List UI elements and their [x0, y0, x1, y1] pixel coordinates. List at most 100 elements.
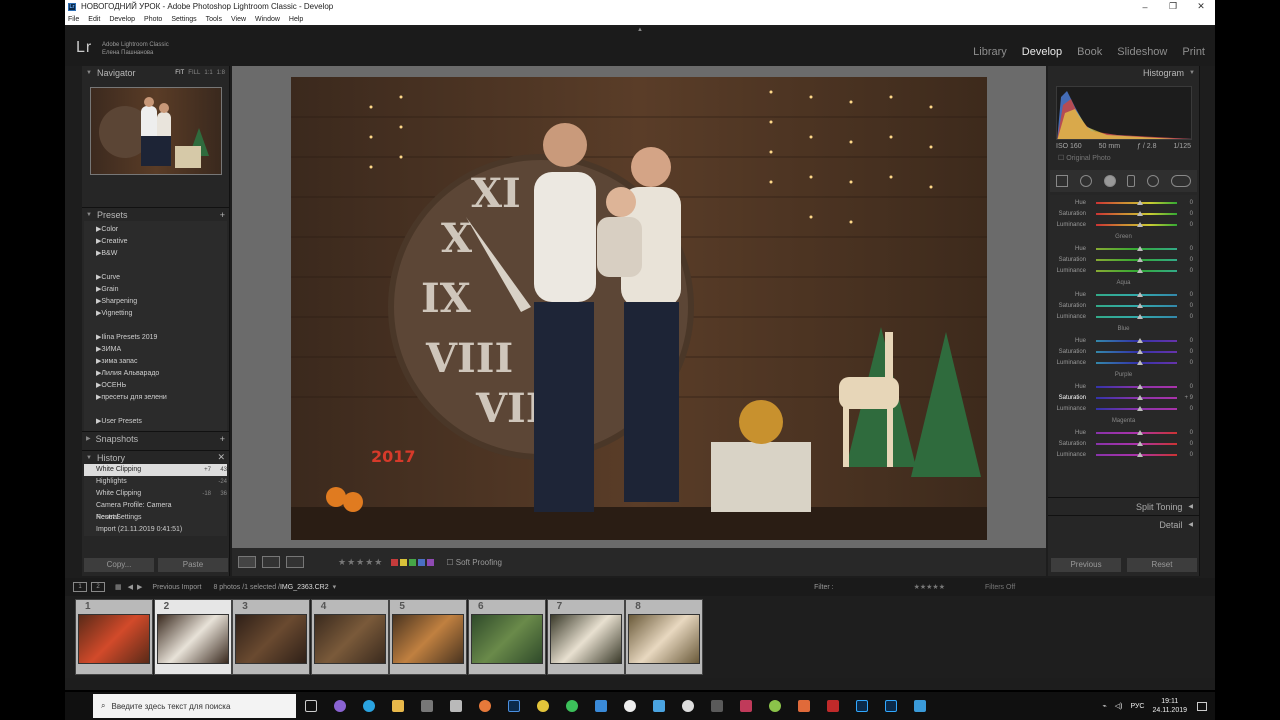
loupe-view[interactable]: XI X IX VIII VII 2017	[232, 66, 1046, 548]
slider-track[interactable]	[1096, 440, 1177, 446]
slider-value[interactable]: 0	[1183, 441, 1197, 447]
module-slideshow[interactable]: Slideshow	[1117, 46, 1167, 58]
slider-thumb[interactable]	[1136, 313, 1143, 319]
filter-value[interactable]: Filters Off	[985, 584, 1015, 591]
slider-track[interactable]	[1096, 302, 1177, 308]
app-icon-10[interactable]	[818, 692, 847, 720]
slider-value[interactable]: 0	[1183, 292, 1197, 298]
preset-folder-zelen[interactable]: ▶пресеты для зелени	[84, 392, 227, 404]
blue-label-icon[interactable]	[418, 558, 426, 566]
yy-compare-icon[interactable]	[286, 556, 304, 568]
task-view-icon[interactable]	[296, 692, 325, 720]
slider-value[interactable]: 0	[1183, 384, 1197, 390]
lightroom-taskbar-icon[interactable]	[499, 692, 528, 720]
app-icon-5[interactable]	[673, 692, 702, 720]
notes-icon[interactable]	[441, 692, 470, 720]
previous-button[interactable]: Previous	[1051, 558, 1121, 572]
photoshop-icon[interactable]	[847, 692, 876, 720]
notifications-icon[interactable]	[1197, 701, 1207, 711]
slider-thumb[interactable]	[1136, 210, 1143, 216]
network-icon[interactable]: ⌁	[1103, 702, 1107, 710]
slider-value[interactable]: 0	[1183, 268, 1197, 274]
menu-help[interactable]: Help	[289, 16, 303, 23]
slider-thumb[interactable]	[1136, 440, 1143, 446]
graduated-filter-icon[interactable]	[1127, 175, 1136, 187]
close-icon[interactable]: ✕	[1187, 1, 1215, 12]
menu-develop[interactable]: Develop	[109, 16, 135, 23]
slider-track[interactable]	[1096, 383, 1177, 389]
history-item[interactable]: Camera Profile: Camera Neutral	[84, 500, 227, 521]
soft-proofing-checkbox[interactable]: ☐ Soft Proofing	[446, 558, 502, 567]
navigator-header[interactable]: ▼ Navigator FIT FILL 1:1 1:8	[82, 66, 229, 80]
yellow-label-icon[interactable]	[400, 558, 408, 566]
slider-value[interactable]: 0	[1183, 360, 1197, 366]
preset-folder-zima[interactable]: ▶ЗИМА	[84, 344, 227, 356]
photos-icon[interactable]	[586, 692, 615, 720]
rating-stars[interactable]: ★★★★★	[338, 557, 383, 568]
app-icon-7[interactable]	[731, 692, 760, 720]
preset-folder-vignetting[interactable]: ▶Vignetting	[84, 308, 227, 320]
app-icon-11[interactable]	[905, 692, 934, 720]
filter-stars[interactable]: ★★★★★	[914, 583, 945, 591]
filmstrip-thumbnail[interactable]: 1	[75, 599, 153, 675]
photoshop-icon-2[interactable]	[876, 692, 905, 720]
menu-view[interactable]: View	[231, 16, 246, 23]
presets-header[interactable]: ▼ Presets +	[82, 207, 229, 221]
histogram-header[interactable]: Histogram ▼	[1048, 66, 1199, 80]
slider-track[interactable]	[1096, 359, 1177, 365]
slider-thumb[interactable]	[1136, 221, 1143, 227]
menu-photo[interactable]: Photo	[144, 16, 162, 23]
slider-track[interactable]	[1096, 451, 1177, 457]
app-icon-9[interactable]	[789, 692, 818, 720]
preset-folder-color[interactable]: ▶Color	[84, 224, 227, 236]
slider-thumb[interactable]	[1136, 337, 1143, 343]
slider-thumb[interactable]	[1136, 451, 1143, 457]
main-screen-button[interactable]: 1	[73, 582, 87, 592]
slider-thumb[interactable]	[1136, 359, 1143, 365]
preset-folder-grain[interactable]: ▶Grain	[84, 284, 227, 296]
slider-track[interactable]	[1096, 313, 1177, 319]
collapse-top-panel-icon[interactable]: ▲	[637, 27, 643, 33]
filmstrip-thumbnail[interactable]: 6	[468, 599, 546, 675]
preset-folder-alvarado[interactable]: ▶Лилия Альварадо	[84, 368, 227, 380]
slider-value[interactable]: 0	[1183, 452, 1197, 458]
menu-window[interactable]: Window	[255, 16, 280, 23]
original-photo-checkbox[interactable]: ☐ Original Photo	[1058, 154, 1199, 162]
slider-thumb[interactable]	[1136, 394, 1143, 400]
slider-track[interactable]	[1096, 394, 1177, 400]
add-preset-icon[interactable]: +	[220, 210, 225, 220]
second-screen-button[interactable]: 2	[91, 582, 105, 592]
slider-thumb[interactable]	[1136, 256, 1143, 262]
app-icon-3[interactable]	[528, 692, 557, 720]
slider-track[interactable]	[1096, 405, 1177, 411]
preset-folder-user[interactable]: ▶User Presets	[84, 416, 227, 428]
slider-value[interactable]: 0	[1183, 257, 1197, 263]
forward-arrow-icon[interactable]: ▶	[137, 583, 142, 591]
zoom-fill[interactable]: FILL	[188, 70, 200, 76]
app-icon-6[interactable]	[702, 692, 731, 720]
slider-track[interactable]	[1096, 245, 1177, 251]
slider-track[interactable]	[1096, 199, 1177, 205]
slider-value[interactable]: 0	[1183, 200, 1197, 206]
red-label-icon[interactable]	[391, 558, 399, 566]
slider-thumb[interactable]	[1136, 199, 1143, 205]
slider-track[interactable]	[1096, 337, 1177, 343]
slider-track[interactable]	[1096, 267, 1177, 273]
slider-track[interactable]	[1096, 429, 1177, 435]
adjustment-brush-icon[interactable]	[1171, 175, 1192, 187]
copy-button[interactable]: Copy...	[84, 558, 154, 572]
green-label-icon[interactable]	[409, 558, 417, 566]
file-explorer-icon[interactable]	[383, 692, 412, 720]
slider-thumb[interactable]	[1136, 302, 1143, 308]
slider-thumb[interactable]	[1136, 267, 1143, 273]
spot-removal-icon[interactable]	[1079, 175, 1092, 187]
purple-label-icon[interactable]	[427, 558, 435, 566]
taskbar-search[interactable]: ⌕ Введите здесь текст для поиска	[93, 694, 296, 718]
red-eye-icon[interactable]	[1103, 175, 1116, 187]
slider-thumb[interactable]	[1136, 348, 1143, 354]
language-indicator[interactable]: РУС	[1130, 703, 1144, 710]
back-arrow-icon[interactable]: ◀	[128, 583, 133, 591]
filmstrip-thumbnail[interactable]: 2	[153, 599, 232, 675]
grid-icon[interactable]: ▦	[115, 583, 122, 591]
detail-header[interactable]: Detail ◀	[1048, 515, 1199, 533]
